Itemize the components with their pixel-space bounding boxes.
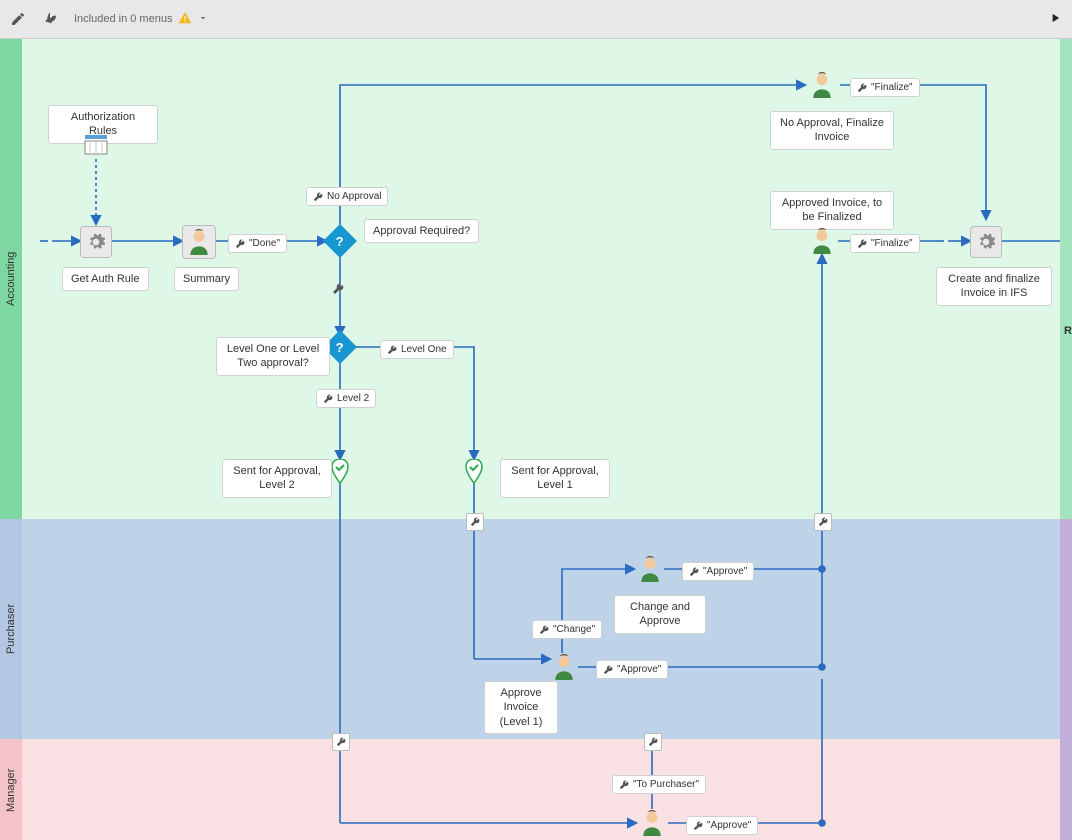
warning-icon xyxy=(178,11,192,28)
level-gateway[interactable]: ? xyxy=(328,335,352,359)
lane-accounting: Accounting xyxy=(0,39,1072,519)
toolbar: Included in 0 menus xyxy=(0,0,1072,39)
milestone-sent-l1[interactable] xyxy=(465,459,483,483)
create-finalize-label: Create and finalize Invoice in IFS xyxy=(936,267,1052,306)
summary-task[interactable] xyxy=(182,225,216,259)
sent-l2-label: Sent for Approval, Level 2 xyxy=(222,459,332,498)
transition-finalize-mid[interactable]: "Finalize" xyxy=(850,234,920,253)
transition-approve-mid[interactable]: "Approve" xyxy=(596,660,668,679)
create-finalize-task[interactable] xyxy=(970,226,1002,258)
lane-label-purchaser: Purchaser xyxy=(0,519,22,739)
manager-approve-task[interactable] xyxy=(638,809,666,837)
get-auth-rule-label: Get Auth Rule xyxy=(62,267,149,291)
approved-to-finalize-label: Approved Invoice, to be Finalized xyxy=(770,191,894,230)
wrench-icon xyxy=(332,283,344,295)
approval-required-label: Approval Required? xyxy=(364,219,479,243)
milestone-sent-l2[interactable] xyxy=(331,459,349,483)
transition-level-2[interactable]: Level 2 xyxy=(316,389,376,408)
transition-change[interactable]: "Change" xyxy=(532,620,602,639)
data-object-icon[interactable] xyxy=(84,135,108,155)
approved-finalize-task[interactable] xyxy=(808,227,836,255)
no-approval-finalize-label: No Approval, Finalize Invoice xyxy=(770,111,894,150)
lane-connector-vert[interactable] xyxy=(814,513,832,531)
play-button[interactable] xyxy=(1048,11,1062,28)
transition-level-one[interactable]: Level One xyxy=(380,340,454,359)
pen-icon[interactable] xyxy=(10,11,26,27)
diagram-canvas[interactable]: Accounting Purchaser Manager xyxy=(0,39,1072,840)
transition-approve-mgr[interactable]: "Approve" xyxy=(686,816,758,835)
transition-approve-top[interactable]: "Approve" xyxy=(682,562,754,581)
lane-connector-l2[interactable] xyxy=(332,733,350,751)
lane-connector-mgr[interactable] xyxy=(644,733,662,751)
change-and-approve-label: Change and Approve xyxy=(614,595,706,634)
finalize-no-approval-task[interactable] xyxy=(808,71,836,99)
lane-label-accounting: Accounting xyxy=(0,39,22,519)
lane-connector-l1[interactable] xyxy=(466,513,484,531)
lane-label-manager: Manager xyxy=(0,739,22,840)
transition-no-approval[interactable]: No Approval xyxy=(306,187,388,206)
transition-done[interactable]: "Done" xyxy=(228,234,287,253)
transition-finalize-top[interactable]: "Finalize" xyxy=(850,78,920,97)
transition-to-purchaser[interactable]: "To Purchaser" xyxy=(612,775,706,794)
menu-status[interactable]: Included in 0 menus xyxy=(74,11,208,28)
menu-status-text: Included in 0 menus xyxy=(74,13,172,25)
level-gateway-label: Level One or Level Two approval? xyxy=(216,337,330,376)
edge-label-r: R xyxy=(1064,325,1072,337)
rocket-icon[interactable] xyxy=(42,11,58,27)
approve-l1-label: Approve Invoice (Level 1) xyxy=(484,681,558,734)
chevron-down-icon xyxy=(198,13,208,26)
lane-manager: Manager xyxy=(0,739,1072,840)
approval-required-gateway[interactable]: ? xyxy=(328,229,352,253)
sent-l1-label: Sent for Approval, Level 1 xyxy=(500,459,610,498)
get-auth-rule-task[interactable] xyxy=(80,226,112,258)
approve-l1-task[interactable] xyxy=(550,653,578,681)
summary-label: Summary xyxy=(174,267,239,291)
change-approve-task[interactable] xyxy=(636,555,664,583)
